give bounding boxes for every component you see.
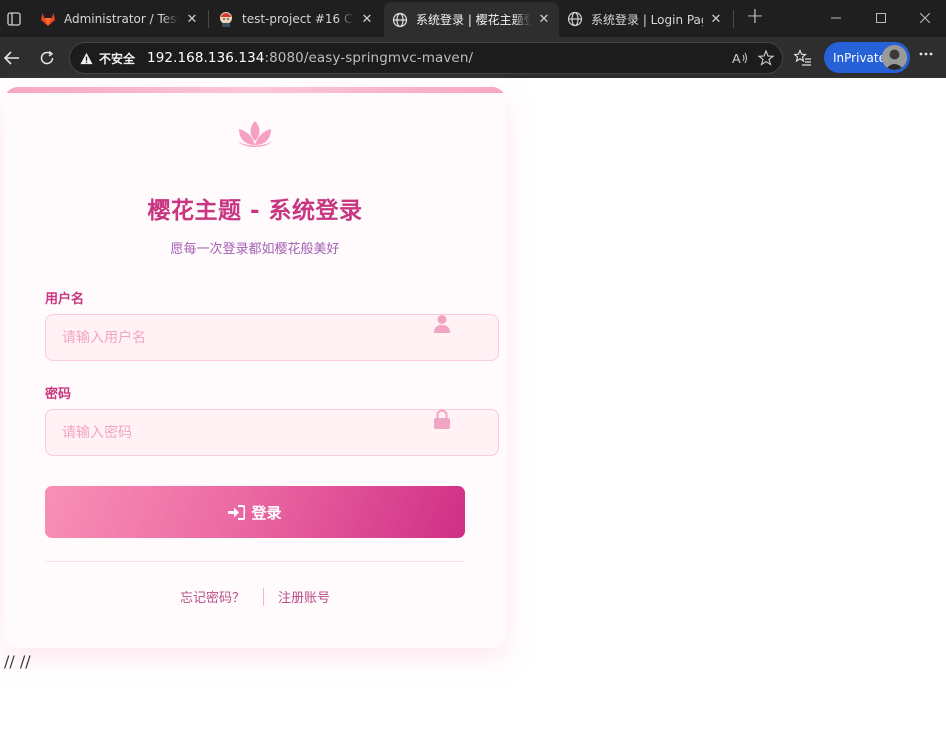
username-input[interactable]	[45, 314, 499, 361]
username-label: 用户名	[45, 292, 85, 307]
login-button[interactable]: 登录	[45, 486, 465, 538]
tab-gitlab[interactable]: Administrator / Test-project ✕	[32, 4, 207, 34]
more-icon	[919, 52, 933, 56]
login-card: 樱花主题 - 系统登录 愿每一次登录都如樱花般美好 用户名 密码 登录	[4, 87, 506, 648]
address-bar-actions: A	[732, 50, 774, 66]
close-icon	[920, 13, 930, 23]
sakura-lotus-icon	[238, 121, 272, 147]
favorite-star-icon[interactable]	[758, 50, 774, 66]
close-window-button[interactable]	[915, 8, 935, 28]
user-icon	[434, 315, 450, 333]
password-label: 密码	[45, 387, 72, 402]
login-button-label: 登录	[251, 503, 282, 522]
close-icon[interactable]: ✕	[360, 12, 374, 27]
globe-icon	[567, 11, 583, 27]
tab-actions-button[interactable]	[0, 6, 28, 32]
tab-title: test-project #16 Console	[242, 12, 354, 26]
page-footer-text: // //	[4, 652, 31, 671]
tab-title: 系统登录 | Login Page	[591, 12, 703, 27]
tab-divider	[208, 10, 209, 28]
password-field-wrapper	[45, 409, 499, 456]
maximize-icon	[876, 13, 886, 23]
close-icon[interactable]: ✕	[709, 12, 723, 27]
tab-bar: Administrator / Test-project ✕ test-proj…	[0, 0, 946, 37]
back-button[interactable]	[0, 46, 24, 70]
refresh-button[interactable]	[35, 46, 59, 70]
maximize-button[interactable]	[871, 8, 891, 28]
favorites-list-icon	[794, 49, 811, 66]
divider	[45, 561, 465, 562]
card-accent-bar	[4, 87, 506, 93]
forgot-password-link[interactable]: 忘记密码？	[180, 587, 245, 606]
link-separator	[263, 587, 264, 606]
refresh-icon	[40, 50, 54, 65]
navigation-bar: 不安全 192.168.136.134:8080/easy-springmvc-…	[0, 37, 946, 78]
jenkins-icon	[218, 11, 234, 27]
auth-links: 忘记密码？ 注册账号	[4, 587, 506, 606]
close-icon[interactable]: ✕	[537, 12, 551, 27]
tab-divider	[733, 10, 734, 28]
lock-icon	[434, 409, 450, 429]
tab-sakura-login[interactable]: 系统登录 | 樱花主题登录 ✕	[384, 2, 559, 37]
inprivate-label: InPrivate	[833, 50, 886, 65]
sign-in-icon	[228, 504, 246, 520]
svg-text:A: A	[732, 51, 741, 66]
url-text[interactable]: 192.168.136.134:8080/easy-springmvc-mave…	[147, 50, 473, 66]
minimize-button[interactable]	[826, 8, 846, 28]
password-input[interactable]	[45, 409, 499, 456]
page-title: 樱花主题 - 系统登录	[147, 198, 363, 224]
address-bar[interactable]: 不安全 192.168.136.134:8080/easy-springmvc-…	[69, 42, 783, 74]
globe-icon	[392, 12, 408, 28]
tab-title: 系统登录 | 樱花主题登录	[416, 13, 531, 27]
browser-chrome: Administrator / Test-project ✕ test-proj…	[0, 0, 946, 78]
page-viewport: 樱花主题 - 系统登录 愿每一次登录都如樱花般美好 用户名 密码 登录	[0, 78, 946, 742]
minimize-icon	[831, 17, 841, 19]
favorites-button[interactable]	[791, 46, 815, 70]
arrow-left-icon	[3, 51, 19, 65]
avatar	[882, 45, 907, 70]
username-field-wrapper	[45, 314, 499, 361]
settings-more-button[interactable]	[918, 46, 934, 66]
warning-icon	[80, 52, 93, 64]
new-tab-button[interactable]: +	[743, 6, 767, 30]
tab-jenkins[interactable]: test-project #16 Console ✕	[210, 4, 382, 34]
tab-title: Administrator / Test-project	[64, 12, 179, 26]
page-subtitle: 愿每一次登录都如樱花般美好	[170, 242, 340, 257]
inprivate-badge[interactable]: InPrivate	[824, 42, 910, 73]
url-host: 192.168.136.134	[147, 50, 265, 66]
close-icon[interactable]: ✕	[185, 12, 199, 27]
url-path: :8080/easy-springmvc-maven/	[264, 50, 474, 66]
gitlab-icon	[40, 11, 56, 27]
tab-actions-icon	[7, 12, 21, 26]
read-aloud-icon[interactable]: A	[732, 50, 748, 66]
security-status-label[interactable]: 不安全	[99, 50, 135, 67]
register-link[interactable]: 注册账号	[278, 587, 330, 606]
tab-login-page[interactable]: 系统登录 | Login Page ✕	[559, 4, 731, 34]
